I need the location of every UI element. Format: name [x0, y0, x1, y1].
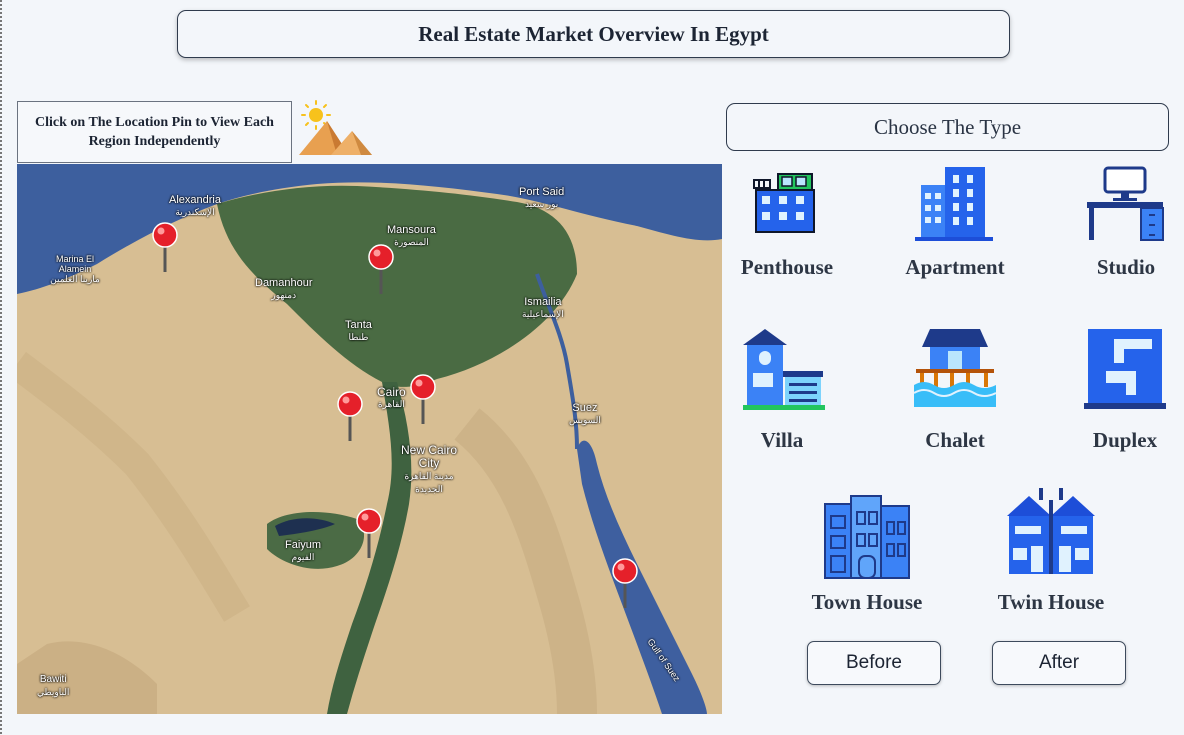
town-house-label[interactable]: Town House [812, 590, 923, 615]
after-button[interactable]: After [992, 641, 1126, 685]
label-port-said: Port Said بور سعيد [519, 186, 565, 209]
twin-house-icon[interactable] [1005, 486, 1097, 576]
penthouse-label[interactable]: Penthouse [741, 255, 833, 280]
label-alexandria: Alexandria الإسكندرية [169, 194, 221, 217]
studio-icon[interactable] [1085, 166, 1167, 242]
studio-label[interactable]: Studio [1097, 255, 1155, 280]
label-bawiti: Bawiti الباويطي [37, 674, 70, 697]
map-hint: Click on The Location Pin to View Each R… [17, 101, 292, 163]
apartment-label[interactable]: Apartment [905, 255, 1004, 280]
pyramid-sun-icon [299, 100, 372, 155]
town-house-icon[interactable] [823, 492, 911, 580]
penthouse-icon[interactable] [752, 172, 816, 234]
mansoura-pin[interactable] [368, 244, 394, 294]
villa-icon[interactable] [743, 327, 825, 411]
left-border [0, 0, 2, 735]
label-suez: Suez السويس [569, 402, 601, 425]
label-ismailia: Ismailia الإسماعيلية [522, 296, 564, 319]
giza-pin[interactable] [337, 391, 363, 441]
duplex-label[interactable]: Duplex [1093, 428, 1157, 453]
label-faiyum: Faiyum الفيوم [285, 539, 322, 562]
label-tanta: Tanta طنطا [345, 319, 372, 342]
label-new-cairo-city: New Cairo City مدينة القاهرة الجديدة [400, 443, 457, 495]
cairo-pin[interactable] [410, 374, 436, 424]
chalet-label[interactable]: Chalet [925, 428, 985, 453]
page-title: Real Estate Market Overview In Egypt [177, 10, 1010, 58]
label-mansoura: Mansoura المنصورة [387, 224, 436, 247]
egypt-map[interactable]: Alexandria الإسكندرية Marina El Alamein ما… [17, 164, 722, 714]
before-button[interactable]: Before [807, 641, 941, 685]
red-sea-pin[interactable] [612, 558, 638, 608]
label-damanhour: Damanhour دمنهور [255, 277, 313, 300]
chalet-icon[interactable] [914, 327, 996, 409]
label-marina-el-alamein: Marina El Alamein مارينا العلمين [50, 254, 100, 284]
faiyum-pin[interactable] [356, 508, 382, 558]
choose-type-heading: Choose The Type [726, 103, 1169, 151]
alexandria-pin[interactable] [152, 222, 178, 272]
apartment-icon[interactable] [915, 165, 995, 243]
label-cairo: Cairo القاهرة [377, 385, 406, 409]
twin-house-label[interactable]: Twin House [998, 590, 1104, 615]
villa-label[interactable]: Villa [761, 428, 803, 453]
duplex-icon[interactable] [1084, 327, 1166, 411]
